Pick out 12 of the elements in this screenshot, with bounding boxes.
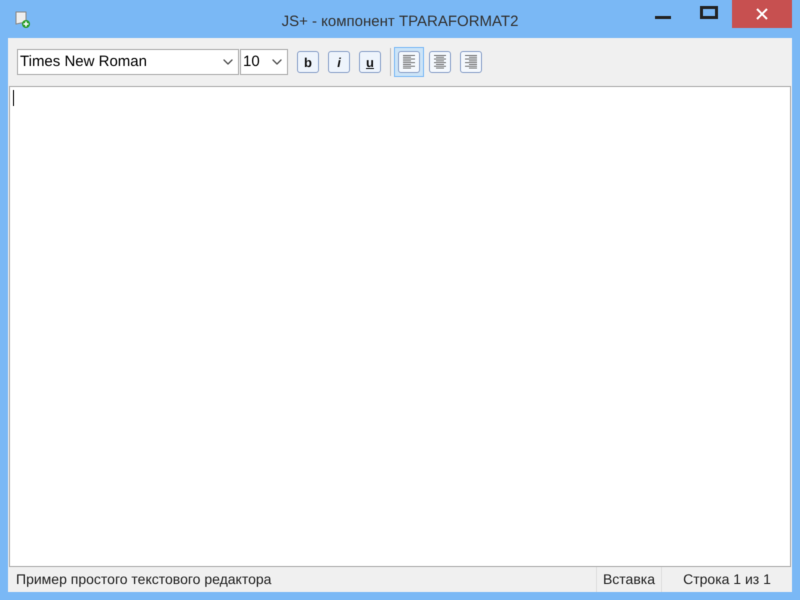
- style-button[interactable]: u: [359, 51, 381, 73]
- font-dropdown[interactable]: Times New Roman: [17, 49, 239, 75]
- align-button[interactable]: [394, 47, 424, 77]
- status-position: Строка 1 из 1: [682, 570, 772, 589]
- style-button[interactable]: i: [328, 51, 350, 73]
- status-mode: Вставка: [596, 567, 662, 592]
- close-button[interactable]: [732, 0, 792, 28]
- close-icon: [755, 7, 769, 21]
- style-button[interactable]: b: [297, 51, 319, 73]
- window-title: JS+ - компонент TPARAFORMAT2: [280, 12, 520, 32]
- size-dropdown[interactable]: 10: [240, 49, 288, 75]
- status-message: Пример простого текстового редактора: [15, 570, 272, 589]
